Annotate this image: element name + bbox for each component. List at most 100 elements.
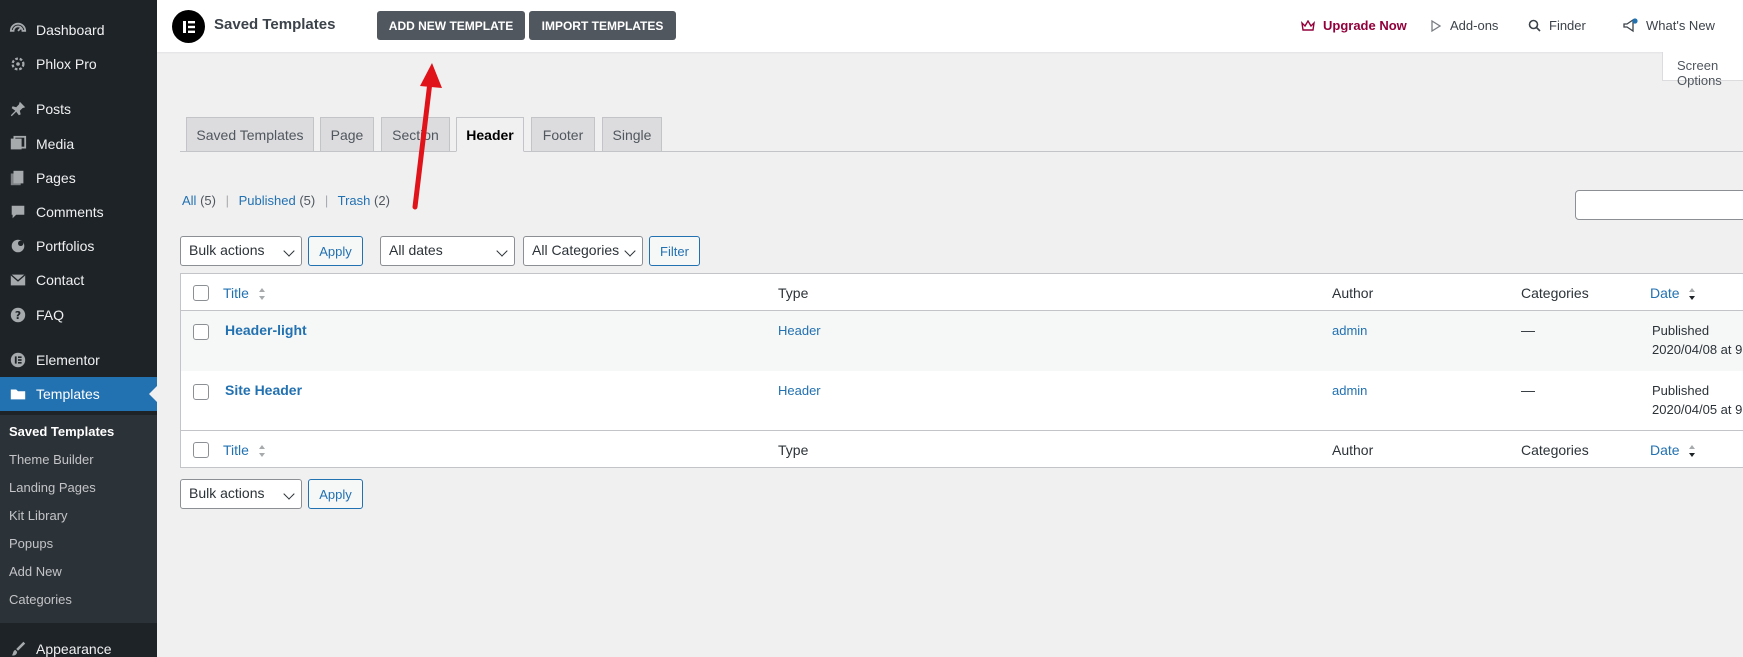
screen-options-tab[interactable]: Screen Options xyxy=(1662,52,1743,88)
sidebar-item-dashboard[interactable]: Dashboard xyxy=(0,13,157,47)
finder-link[interactable]: Finder xyxy=(1528,18,1586,33)
sidebar-item-portfolios[interactable]: Portfolios xyxy=(0,229,157,263)
table-header-row: Title Type Author Categories Date xyxy=(181,274,1743,311)
submenu-categories[interactable]: Categories xyxy=(9,592,72,607)
sidebar-item-label: Appearance xyxy=(36,641,112,657)
sidebar-item-label: Comments xyxy=(36,204,104,220)
template-type-link[interactable]: Header xyxy=(778,323,821,338)
template-author-link[interactable]: admin xyxy=(1332,323,1367,338)
submenu-landing-pages[interactable]: Landing Pages xyxy=(9,480,96,495)
search-templates-input[interactable] xyxy=(1575,190,1743,220)
sort-desc-icon xyxy=(1689,288,1696,301)
add-ons-link[interactable]: Add-ons xyxy=(1430,18,1498,33)
sidebar-item-comments[interactable]: Comments xyxy=(0,195,157,229)
submenu-popups[interactable]: Popups xyxy=(9,536,53,551)
sidebar-item-pages[interactable]: Pages xyxy=(0,161,157,195)
import-templates-button[interactable]: IMPORT TEMPLATES xyxy=(529,11,676,40)
tab-saved-templates[interactable]: Saved Templates xyxy=(186,117,314,152)
add-new-template-button[interactable]: ADD NEW TEMPLATE xyxy=(377,11,525,40)
chevron-down-icon xyxy=(283,245,295,257)
sidebar-item-label: Media xyxy=(36,136,75,152)
sidebar-item-label: Elementor xyxy=(36,352,100,368)
sidebar-item-label: Posts xyxy=(36,101,72,117)
upgrade-now-label: Upgrade Now xyxy=(1323,18,1407,33)
elementor-logo-icon xyxy=(182,20,195,33)
column-date-label: Date xyxy=(1650,285,1680,301)
brush-icon xyxy=(8,639,28,657)
whats-new-link[interactable]: What's New xyxy=(1622,18,1715,33)
templates-table: Title Type Author Categories Date Header… xyxy=(180,273,1743,468)
column-title-label: Title xyxy=(223,442,249,458)
whats-new-label: What's New xyxy=(1646,18,1715,33)
column-date-header[interactable]: Date xyxy=(1650,285,1696,301)
select-all-checkbox-footer[interactable] xyxy=(193,442,209,458)
elementor-icon xyxy=(8,350,28,370)
select-all-checkbox[interactable] xyxy=(193,285,209,301)
tab-header[interactable]: Header xyxy=(456,117,524,152)
admin-sidebar: Dashboard Phlox Pro Posts Media Pages Co… xyxy=(0,0,157,657)
sidebar-item-posts[interactable]: Posts xyxy=(0,92,157,126)
upgrade-now-link[interactable]: Upgrade Now xyxy=(1301,18,1407,33)
bulk-actions-select-bottom[interactable]: Bulk actions xyxy=(180,479,302,509)
sidebar-item-templates[interactable]: Templates xyxy=(0,377,157,411)
template-title-link[interactable]: Header-light xyxy=(225,322,307,338)
finder-label: Finder xyxy=(1549,18,1586,33)
submenu-add-new[interactable]: Add New xyxy=(9,564,62,579)
submenu-saved-templates[interactable]: Saved Templates xyxy=(9,424,114,439)
tab-single[interactable]: Single xyxy=(602,117,662,152)
elementor-top-bar: Saved Templates ADD NEW TEMPLATE IMPORT … xyxy=(157,0,1743,52)
view-separator: | xyxy=(324,193,329,208)
page-title: Saved Templates xyxy=(214,16,336,33)
bulk-actions-select-top[interactable]: Bulk actions xyxy=(180,236,302,266)
template-author-link[interactable]: admin xyxy=(1332,383,1367,398)
column-title-footer[interactable]: Title xyxy=(223,442,266,458)
view-all-link[interactable]: All xyxy=(182,193,196,208)
template-status: Published xyxy=(1652,323,1710,338)
submenu-theme-builder[interactable]: Theme Builder xyxy=(9,452,94,467)
tab-section[interactable]: Section xyxy=(381,117,450,152)
filter-button[interactable]: Filter xyxy=(649,236,700,266)
sidebar-item-label: FAQ xyxy=(36,307,65,323)
sidebar-item-contact[interactable]: Contact xyxy=(0,263,157,297)
table-row: Site Header Header admin — Published 202… xyxy=(181,371,1743,431)
mail-icon xyxy=(8,270,28,290)
chevron-down-icon xyxy=(283,488,295,500)
sidebar-item-appearance[interactable]: Appearance xyxy=(0,632,157,657)
tab-page[interactable]: Page xyxy=(320,117,374,152)
play-icon xyxy=(1431,19,1442,32)
template-categories: — xyxy=(1521,322,1535,338)
view-published-link[interactable]: Published xyxy=(239,193,296,208)
sort-icon xyxy=(258,288,265,301)
apply-button-top[interactable]: Apply xyxy=(308,236,363,266)
sidebar-item-phlox-pro[interactable]: Phlox Pro xyxy=(0,47,157,81)
add-ons-label: Add-ons xyxy=(1450,18,1499,33)
dates-select[interactable]: All dates xyxy=(380,236,515,266)
sidebar-item-media[interactable]: Media xyxy=(0,127,157,161)
sort-desc-icon xyxy=(1689,445,1696,458)
submenu-kit-library[interactable]: Kit Library xyxy=(9,508,68,523)
chevron-down-icon xyxy=(496,245,508,257)
pages-icon xyxy=(8,168,28,188)
dashboard-icon xyxy=(8,20,28,40)
column-date-label: Date xyxy=(1650,442,1680,458)
column-title-header[interactable]: Title xyxy=(223,285,266,301)
categories-value: All Categories xyxy=(532,242,620,258)
help-icon: ? xyxy=(8,305,28,325)
template-type-link[interactable]: Header xyxy=(778,383,821,398)
column-date-footer[interactable]: Date xyxy=(1650,442,1696,458)
sidebar-item-label: Portfolios xyxy=(36,238,95,254)
categories-select[interactable]: All Categories xyxy=(523,236,643,266)
search-icon xyxy=(1528,19,1541,32)
view-trash-link[interactable]: Trash xyxy=(338,193,371,208)
tab-footer[interactable]: Footer xyxy=(531,117,595,152)
view-separator: | xyxy=(225,193,229,208)
sidebar-item-elementor[interactable]: Elementor xyxy=(0,343,157,377)
row-checkbox[interactable] xyxy=(193,324,209,340)
row-checkbox[interactable] xyxy=(193,384,209,400)
apply-button-bottom[interactable]: Apply xyxy=(308,479,363,509)
column-categories-footer: Categories xyxy=(1521,442,1589,458)
template-title-link[interactable]: Site Header xyxy=(225,382,302,398)
sidebar-item-faq[interactable]: ? FAQ xyxy=(0,298,157,332)
template-date: 2020/04/08 at 9 xyxy=(1652,342,1743,357)
column-type-header: Type xyxy=(778,285,809,301)
